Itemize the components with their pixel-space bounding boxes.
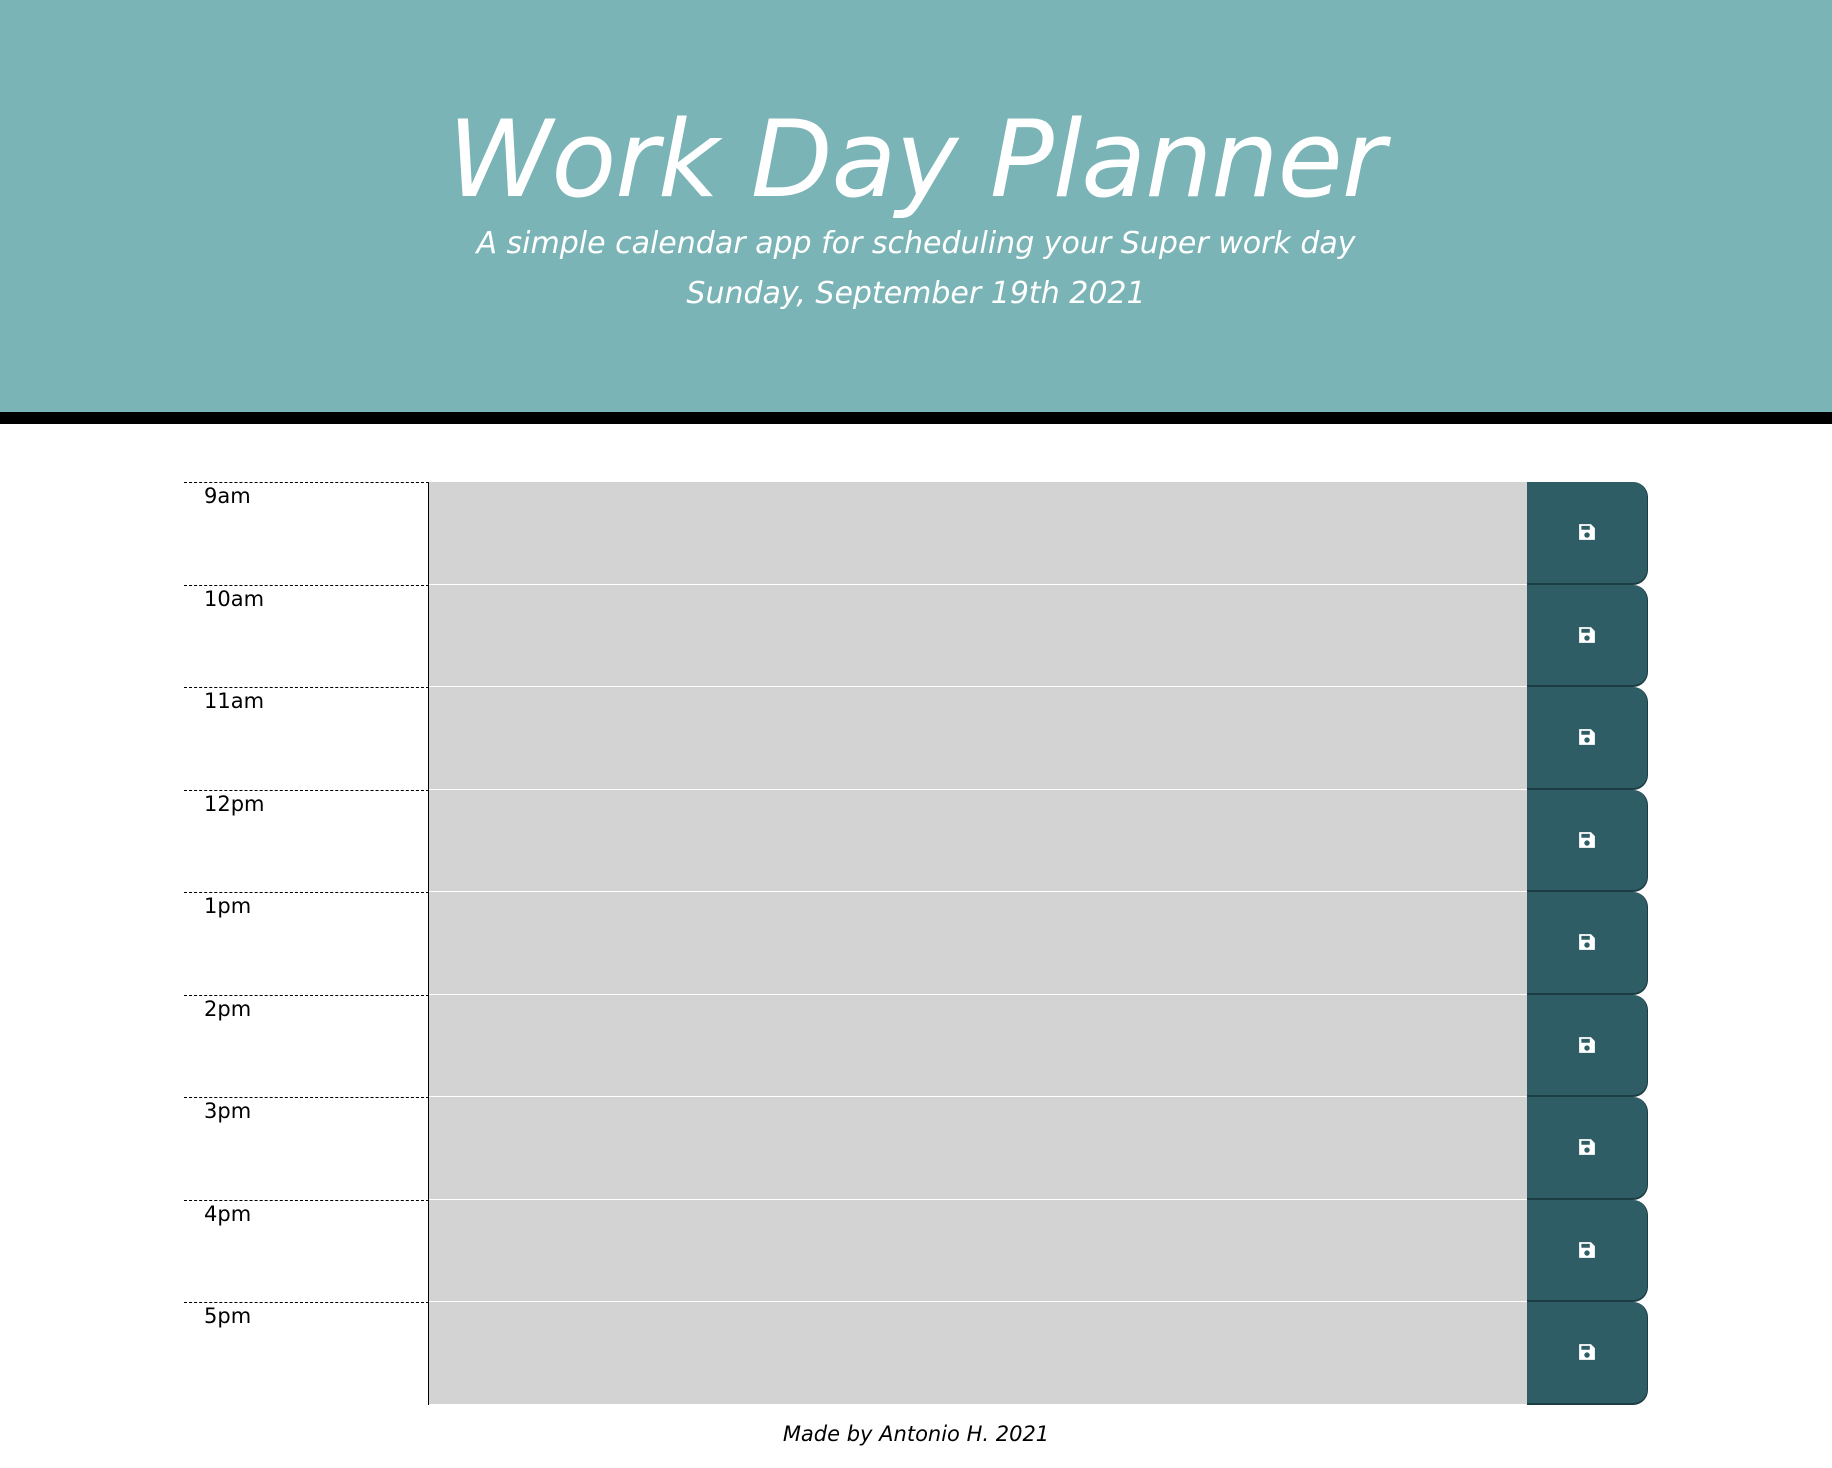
header: Work Day Planner A simple calendar app f… [0,0,1832,424]
floppy-disk-icon [1579,1241,1595,1258]
floppy-disk-icon [1579,1036,1595,1053]
save-button[interactable] [1527,892,1648,995]
time-block-5pm: 5pm [184,1302,1648,1405]
hour-label: 11am [184,687,429,790]
floppy-disk-icon [1579,626,1595,643]
description-input[interactable] [429,789,1527,892]
description-input[interactable] [429,892,1527,995]
hour-label: 1pm [184,892,429,995]
page-title: Work Day Planner [447,98,1386,221]
time-block-10am: 10am [184,584,1648,687]
floppy-disk-icon [1579,524,1595,541]
page-subtitle: A simple calendar app for scheduling you… [476,226,1356,261]
hour-label: 4pm [184,1199,429,1302]
hour-label: 10am [184,584,429,687]
description-input[interactable] [429,1097,1527,1200]
time-block-9am: 9am [184,482,1648,585]
save-button[interactable] [1527,687,1648,790]
description-input[interactable] [429,1199,1527,1302]
description-input[interactable] [429,1302,1527,1405]
footer-credit: Made by Antonio H. 2021 [782,1422,1050,1446]
floppy-disk-icon [1579,1139,1595,1156]
current-day: Sunday, September 19th 2021 [686,276,1146,311]
hour-label: 5pm [184,1302,429,1405]
time-block-11am: 11am [184,687,1648,790]
save-button[interactable] [1527,1302,1648,1405]
planner-container: 9am 10am 11am 12pm 1pm 2pm 3pm 4pm 5pm [184,482,1648,1405]
save-button[interactable] [1527,1199,1648,1302]
time-block-4pm: 4pm [184,1199,1648,1302]
save-button[interactable] [1527,994,1648,1097]
time-block-1pm: 1pm [184,892,1648,995]
floppy-disk-icon [1579,831,1595,848]
time-block-2pm: 2pm [184,994,1648,1097]
save-button[interactable] [1527,789,1648,892]
hour-label: 3pm [184,1097,429,1200]
hour-label: 9am [184,482,429,585]
hour-label: 12pm [184,789,429,892]
floppy-disk-icon [1579,1344,1595,1361]
time-block-12pm: 12pm [184,789,1648,892]
floppy-disk-icon [1579,729,1595,746]
description-input[interactable] [429,482,1527,585]
description-input[interactable] [429,584,1527,687]
description-input[interactable] [429,994,1527,1097]
time-block-3pm: 3pm [184,1097,1648,1200]
hour-label: 2pm [184,994,429,1097]
floppy-disk-icon [1579,934,1595,951]
save-button[interactable] [1527,1097,1648,1200]
save-button[interactable] [1527,584,1648,687]
save-button[interactable] [1527,482,1648,585]
description-input[interactable] [429,687,1527,790]
